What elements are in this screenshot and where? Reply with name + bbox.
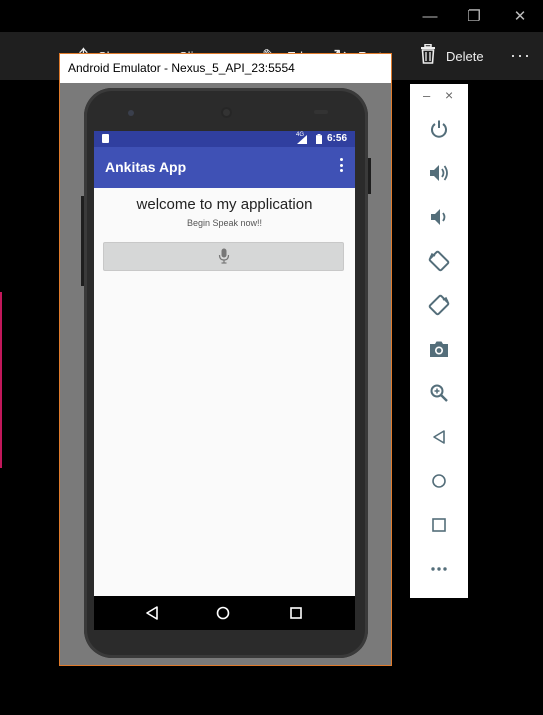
battery-icon [316,134,322,146]
volume-up-button[interactable] [424,158,454,188]
left-edge-accent [0,292,2,468]
volume-down-button[interactable] [424,202,454,232]
home-icon [432,474,446,488]
trash-icon [420,43,436,69]
nav-overview-icon[interactable] [289,606,303,625]
phone-side-button-left [81,196,84,286]
app-bar: Ankitas App [94,147,355,188]
panel-close-button[interactable]: × [445,87,453,103]
sensor [314,110,328,114]
camera-icon [430,341,448,357]
rotate-right-icon [428,294,450,316]
rotate-left-icon [428,250,450,272]
panel-minimize-button[interactable]: – [423,88,430,103]
welcome-text: welcome to my application [136,196,313,213]
nav-home-icon[interactable] [216,606,230,625]
device-screen: 4G 6:56 Ankitas App welcome to my applic… [94,131,355,596]
front-camera [128,110,134,116]
zoom-button[interactable] [424,378,454,408]
more-controls-button[interactable] [424,554,454,584]
emulator-window: Android Emulator - Nexus_5_API_23:5554 4… [59,53,392,666]
home-button[interactable] [424,466,454,496]
zoom-icon [430,384,448,402]
speak-prompt: Begin Speak now!! [186,218,263,228]
back-button[interactable] [424,422,454,452]
back-icon [433,430,445,444]
signal-icon [297,135,307,146]
power-icon [431,120,447,138]
delete-label: Delete [446,48,484,64]
speak-button[interactable] [103,242,344,271]
overview-icon [432,518,446,532]
desktop-background: { "window_controls": {"minimize": "—", "… [0,0,543,715]
more-options-button[interactable]: ··· [510,45,531,66]
nav-back-icon[interactable] [145,606,159,625]
screenshot-button[interactable] [424,334,454,364]
window-close-button[interactable]: ✕ [507,6,533,28]
overflow-menu-icon[interactable] [339,158,345,175]
overview-button[interactable] [424,510,454,540]
emulator-side-panel: – × [410,84,468,598]
phone-power-button [368,158,371,194]
delete-button[interactable]: Delete [420,32,484,80]
microphone-icon [218,248,230,269]
earpiece [221,107,232,118]
rotate-left-button[interactable] [424,246,454,276]
volume-down-icon [431,209,446,225]
power-button[interactable] [424,114,454,144]
clock: 6:56 [327,133,348,144]
window-minimize-button[interactable]: — [417,6,443,28]
emulator-title: Android Emulator - Nexus_5_API_23:5554 [60,54,391,83]
android-nav-bar [94,596,355,630]
status-bar: 4G 6:56 [94,131,355,147]
volume-up-icon [430,165,448,181]
rotate-right-button[interactable] [424,290,454,320]
window-maximize-button[interactable]: ❐ [461,6,487,28]
sd-card-icon [102,134,109,143]
more-icon [431,567,447,571]
app-title: Ankitas App [105,159,187,175]
